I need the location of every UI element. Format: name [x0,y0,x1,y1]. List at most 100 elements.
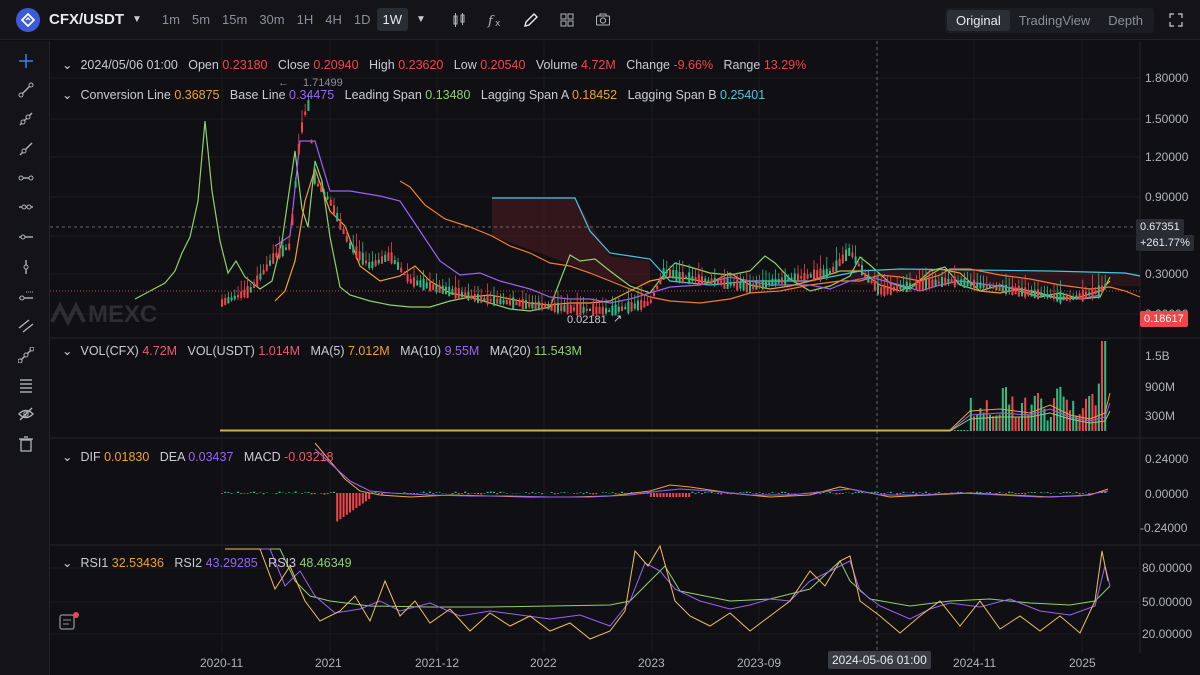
macd-bar [480,493,483,495]
candle-body [1065,296,1068,302]
collapse-chevron-icon[interactable]: ⌄ [62,87,72,102]
extended-line-icon[interactable] [18,141,34,157]
svg-text:f: f [487,14,495,28]
interval-dropdown-icon[interactable]: ▼ [416,14,426,25]
candle-body [1078,293,1081,300]
symbol-dropdown-icon[interactable]: ▼ [132,14,142,25]
volume-bar [1059,386,1062,431]
view-original[interactable]: Original [946,10,1010,31]
horizontal-ray-icon[interactable] [18,199,34,215]
candle-body [560,305,563,312]
volume-bar [1049,416,1052,431]
macd-bar [473,493,476,494]
collapse-chevron-icon[interactable]: ⌄ [62,57,72,72]
candle-body [915,280,918,291]
volume-axis-tick: 300M [1145,409,1176,423]
interval-1d[interactable]: 1D [348,8,377,31]
macd-bar [589,493,591,494]
chart-canvas[interactable]: MEXC ← 1.71499 0.02181 ↗ [50,41,1200,675]
candle-body [400,267,403,273]
layout-grid-icon[interactable] [558,11,576,29]
macd-bar [678,493,681,497]
candle-body [745,280,748,293]
interval-1w[interactable]: 1W [376,8,408,31]
macd-bar [649,493,652,497]
candle-type-icon[interactable] [450,11,468,29]
parallel-channel-icon[interactable] [18,318,34,334]
price-line-icon[interactable] [18,288,34,304]
interval-15m[interactable]: 15m [216,8,253,31]
trend-line-icon[interactable] [18,82,34,98]
macd-bar [832,493,835,494]
vertical-line-icon[interactable] [18,259,34,275]
macd-bar [352,493,355,511]
candle-body [851,252,854,258]
chart-area[interactable]: MEXC ← 1.71499 0.02181 ↗ ⌄ 2024/05/06 01… [50,41,1200,675]
candle-body [515,301,518,306]
candle-body [928,279,931,289]
macd-bar [582,493,585,495]
candle-body [822,269,825,279]
macd-bar [320,493,323,494]
crosshair-icon[interactable] [18,53,34,69]
indicator-fx-icon[interactable]: fx [486,11,504,29]
rsi2-line [225,548,1111,627]
macd-bar [925,491,927,493]
hide-drawings-icon[interactable] [18,406,34,422]
interval-1h[interactable]: 1H [291,8,320,31]
candle-body [464,292,467,299]
macd-bar [841,493,844,494]
view-tradingview[interactable]: TradingView [1010,10,1100,31]
camera-icon[interactable] [594,11,612,29]
candle-body [240,291,243,298]
candle-body [483,298,486,302]
candle-body [761,279,764,290]
candle-body [937,281,940,284]
candle-body [345,235,348,242]
fibonacci-icon[interactable] [17,346,35,364]
close-value: 0.20940 [313,58,359,72]
horizontal-line-icon[interactable] [18,229,34,245]
candle-body [755,281,758,290]
candle-body [713,278,716,286]
fullscreen-icon[interactable] [1168,12,1184,28]
symbol-selector[interactable]: CFX/USDT [49,11,124,28]
draw-pencil-icon[interactable] [522,11,540,29]
interval-1m[interactable]: 1m [156,8,186,31]
interval-5m[interactable]: 5m [186,8,216,31]
candle-body [262,269,265,275]
candle-body [457,288,460,300]
macd-bar [1078,493,1081,495]
interval-4h[interactable]: 4H [319,8,348,31]
collapse-chevron-icon[interactable]: ⌄ [62,449,72,464]
macd-bar [230,493,233,494]
candle-body [493,295,495,306]
horizontal-segment-icon[interactable] [18,170,34,186]
macd-bar [323,493,326,495]
text-lines-icon[interactable] [18,377,34,393]
macd-bar [1024,493,1027,495]
candle-body [672,270,675,279]
macd-bar [528,493,531,494]
macd-bar [777,493,780,494]
candle-body [512,297,515,309]
delete-trash-icon[interactable] [18,436,34,452]
collapse-chevron-icon[interactable]: ⌄ [62,555,72,570]
candle-body [489,299,492,302]
candle-body [1059,291,1062,304]
candle-body [358,251,361,261]
ray-line-icon[interactable] [18,111,34,127]
drawing-toolbar [0,41,50,675]
notes-button[interactable] [57,611,81,635]
candle-body [656,285,659,290]
x-axis-tick: 2023-09 [737,656,782,670]
collapse-chevron-icon[interactable]: ⌄ [62,343,72,358]
volume-bar [1008,404,1011,431]
volume-bar [963,430,966,431]
candle-body [486,295,489,305]
view-depth[interactable]: Depth [1099,10,1152,31]
candle-body [777,278,780,284]
macd-bar [499,491,502,493]
interval-30m[interactable]: 30m [253,8,290,31]
x-axis-tick: 2021 [315,656,342,670]
